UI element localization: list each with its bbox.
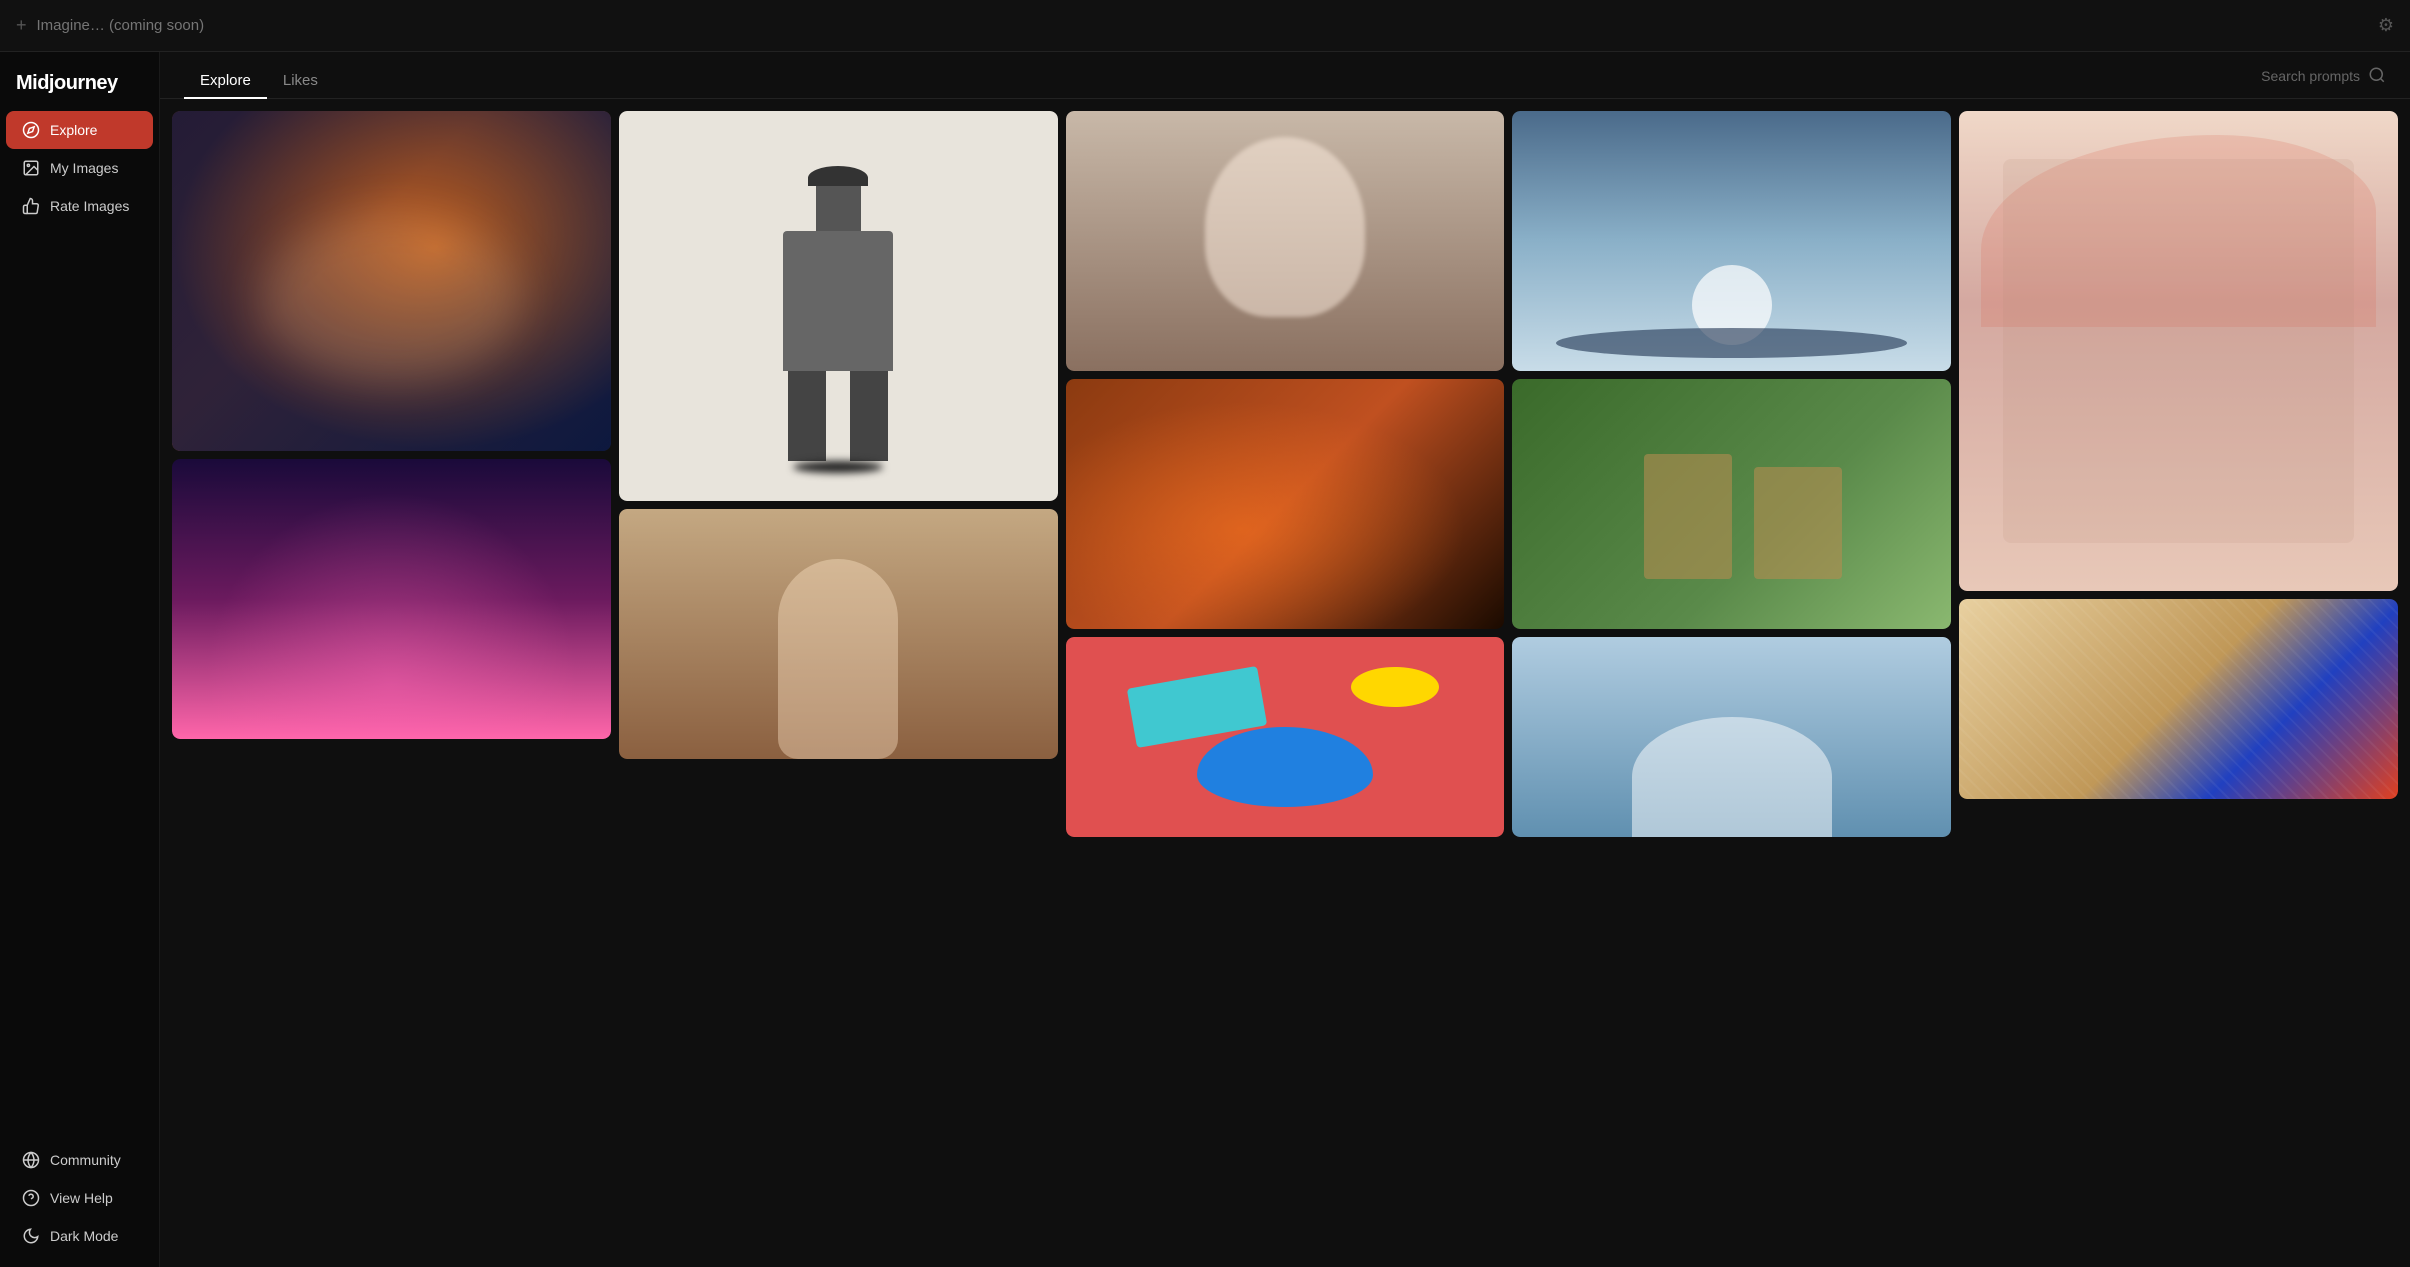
search-icon[interactable] [2368,66,2386,87]
list-item[interactable] [1959,599,2398,799]
image-icon [22,159,40,177]
list-item[interactable] [619,509,1058,759]
imagine-input[interactable] [37,17,2368,34]
sidebar: Midjourney Explore My Images [0,52,160,1267]
moon-icon [22,1227,40,1245]
main-layout: Midjourney Explore My Images [0,52,2410,1267]
list-item[interactable] [1512,379,1951,629]
sidebar-label-my-images: My Images [50,160,118,176]
gallery-col-5 [1959,111,2398,799]
list-item[interactable] [1512,637,1951,837]
sidebar-item-my-images[interactable]: My Images [6,149,153,187]
gallery-col-3 [1066,111,1505,837]
plus-icon[interactable]: + [16,15,27,36]
tab-explore[interactable]: Explore [184,64,267,99]
app-logo: Midjourney [0,64,159,111]
list-item[interactable] [172,111,611,451]
thumbs-up-icon [22,197,40,215]
sidebar-label-rate-images: Rate Images [50,198,129,214]
list-item[interactable] [1066,637,1505,837]
globe-icon [22,1151,40,1169]
sidebar-label-view-help: View Help [50,1190,113,1206]
list-item[interactable] [1512,111,1951,371]
gallery-col-4 [1512,111,1951,837]
tab-likes[interactable]: Likes [267,64,334,99]
search-prompts[interactable]: Search prompts [2261,66,2386,97]
compass-icon [22,121,40,139]
subnav: Explore Likes Search prompts [160,52,2410,99]
sidebar-bottom: Community View Help Da [0,1141,159,1255]
gear-icon[interactable]: ⚙ [2378,15,2394,36]
search-label: Search prompts [2261,68,2360,84]
list-item[interactable] [619,111,1058,501]
main-content: Explore Likes Search prompts [160,52,2410,1267]
sidebar-item-view-help[interactable]: View Help [6,1179,153,1217]
sidebar-label-community: Community [50,1152,121,1168]
sidebar-label-dark-mode: Dark Mode [50,1228,118,1244]
sidebar-label-explore: Explore [50,122,97,138]
sidebar-item-rate-images[interactable]: Rate Images [6,187,153,225]
masonry-grid [172,111,2398,837]
gallery-col-2 [619,111,1058,759]
sidebar-item-community[interactable]: Community [6,1141,153,1179]
list-item[interactable] [1959,111,2398,591]
list-item[interactable] [1066,111,1505,371]
sidebar-item-dark-mode[interactable]: Dark Mode [6,1217,153,1255]
gallery-col-1 [172,111,611,739]
list-item[interactable] [172,459,611,739]
sidebar-item-explore[interactable]: Explore [6,111,153,149]
gallery [160,99,2410,1267]
help-circle-icon [22,1189,40,1207]
topbar: + ⚙ [0,0,2410,52]
list-item[interactable] [1066,379,1505,629]
